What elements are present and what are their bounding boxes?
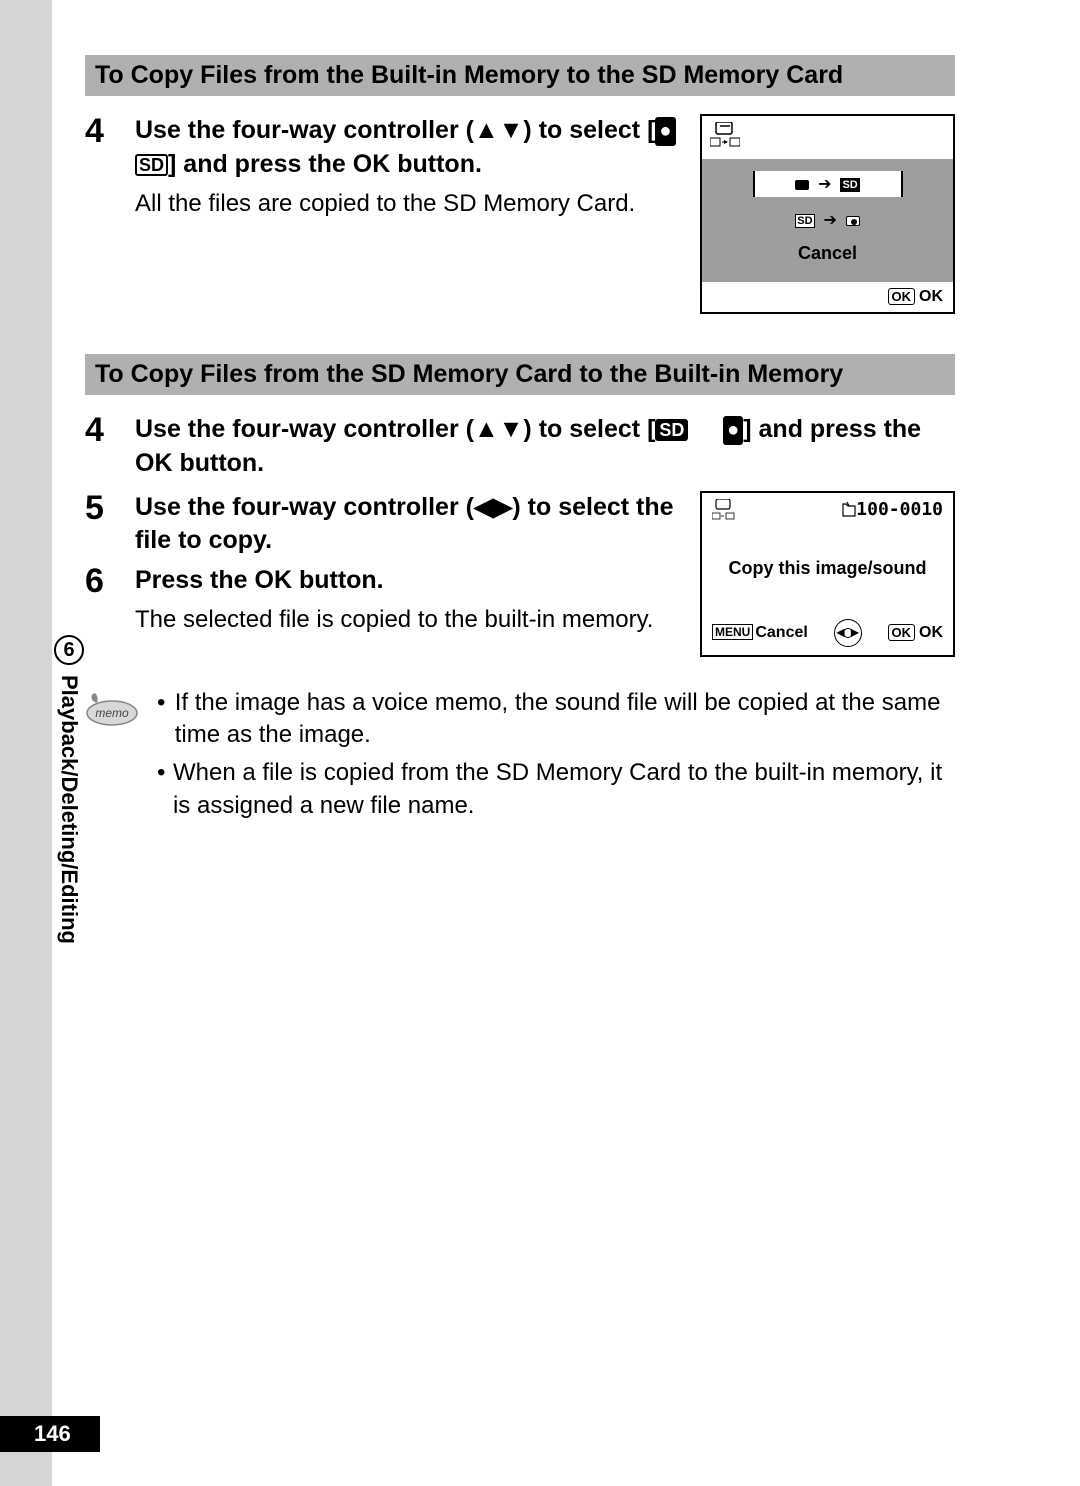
ok-label: OK <box>919 624 943 641</box>
file-number-text: 100-0010 <box>856 499 943 520</box>
memo-text-1: If the image has a voice memo, the sound… <box>175 687 955 752</box>
step-body: The selected file is copied to the built… <box>135 604 680 636</box>
s2-step4-text-a: Use the four-way controller (▲▼) to sele… <box>135 415 655 443</box>
bullet-dot: • <box>157 687 175 752</box>
memo-text-2: When a file is copied from the SD Memory… <box>173 757 955 822</box>
step-row: 6 Press the OK button. <box>85 564 680 598</box>
copy-mode-icon <box>712 499 736 525</box>
lcd-screen-1: ➔ SD SD ➔ Cancel OKOK <box>700 114 955 314</box>
internal-memory-icon: ● <box>723 416 743 445</box>
sd-icon: SD <box>655 419 688 441</box>
chapter-tab: 6 Playback/Deleting/Editing <box>52 635 86 944</box>
step-row: 4 Use the four-way controller (▲▼) to se… <box>85 114 680 182</box>
internal-memory-icon <box>795 180 809 190</box>
memo-bullet: • When a file is copied from the SD Memo… <box>157 757 955 822</box>
folder-icon <box>842 501 856 517</box>
file-number: 100-0010 <box>842 499 943 520</box>
memo-bullet: • If the image has a voice memo, the sou… <box>157 687 955 752</box>
chapter-number-circle: 6 <box>54 635 84 665</box>
menu-option-sd-to-internal: SD ➔ <box>753 207 903 233</box>
ok-badge-icon: OK <box>888 624 916 641</box>
ok-badge-icon: OK <box>888 288 916 305</box>
step-number: 4 <box>85 114 135 148</box>
screen2-top-row: 100-0010 <box>702 493 953 530</box>
step-number: 4 <box>85 413 135 447</box>
menu-option-internal-to-sd: ➔ SD <box>753 171 903 197</box>
step4-text-a: Use the four-way controller (▲▼) to sele… <box>135 116 655 144</box>
content-area: To Copy Files from the Built-in Memory t… <box>85 55 955 828</box>
internal-memory-icon: ● <box>655 117 675 146</box>
ok-group: OKOK <box>888 624 944 642</box>
screen1-ok-row: OKOK <box>702 282 953 312</box>
sd-icon: SD <box>795 214 814 228</box>
step-instruction: Use the four-way controller (▲▼) to sele… <box>135 413 955 481</box>
screen2-message: Copy this image/sound <box>702 530 953 619</box>
menu-cancel-group: MENUCancel <box>712 624 808 642</box>
section2-block: 4 Use the four-way controller (▲▼) to se… <box>85 413 955 657</box>
step-instruction: Use the four-way controller (▲▼) to sele… <box>135 114 680 182</box>
step-instruction: Press the OK button. <box>135 564 680 598</box>
section1-block: 4 Use the four-way controller (▲▼) to se… <box>85 114 955 314</box>
step-row: 5 Use the four-way controller (◀▶) to se… <box>85 491 680 559</box>
step-number: 5 <box>85 491 135 525</box>
sd-icon: SD <box>840 178 859 192</box>
svg-text:memo: memo <box>95 706 129 720</box>
ok-label: OK <box>919 288 943 305</box>
screen1-top-icons <box>702 116 953 159</box>
step-body: All the files are copied to the SD Memor… <box>135 188 680 220</box>
screen2-bottom-row: MENUCancel ◀▶ OKOK <box>702 619 953 647</box>
page-number: 146 <box>0 1416 100 1452</box>
screen1-menu-area: ➔ SD SD ➔ Cancel <box>702 159 953 282</box>
manual-page: 6 Playback/Deleting/Editing To Copy File… <box>0 0 1080 1486</box>
menu-badge-icon: MENU <box>712 624 753 640</box>
step-number: 6 <box>85 564 135 598</box>
section-heading-1: To Copy Files from the Built-in Memory t… <box>85 55 955 96</box>
memo-block: memo • If the image has a voice memo, th… <box>85 687 955 829</box>
bullet-dot: • <box>157 757 173 822</box>
copy-mode-icon <box>710 122 740 148</box>
left-gutter <box>0 0 52 1486</box>
four-way-controller-icon: ◀▶ <box>834 619 862 647</box>
cancel-label: Cancel <box>755 624 807 641</box>
cancel-option: Cancel <box>702 243 953 264</box>
lcd-screen-2: 100-0010 Copy this image/sound MENUCance… <box>700 491 955 657</box>
memo-list: • If the image has a voice memo, the sou… <box>157 687 955 829</box>
step-row: 4 Use the four-way controller (▲▼) to se… <box>85 413 955 481</box>
step4-text-b: ] and press the OK button. <box>168 150 482 178</box>
chapter-title-vertical: Playback/Deleting/Editing <box>56 675 82 944</box>
memo-icon: memo <box>85 687 139 732</box>
internal-memory-icon <box>846 216 860 226</box>
step-instruction: Use the four-way controller (◀▶) to sele… <box>135 491 680 559</box>
sd-icon: SD <box>135 154 168 176</box>
screen2-top-icons <box>712 499 736 528</box>
section-heading-2: To Copy Files from the SD Memory Card to… <box>85 354 955 395</box>
